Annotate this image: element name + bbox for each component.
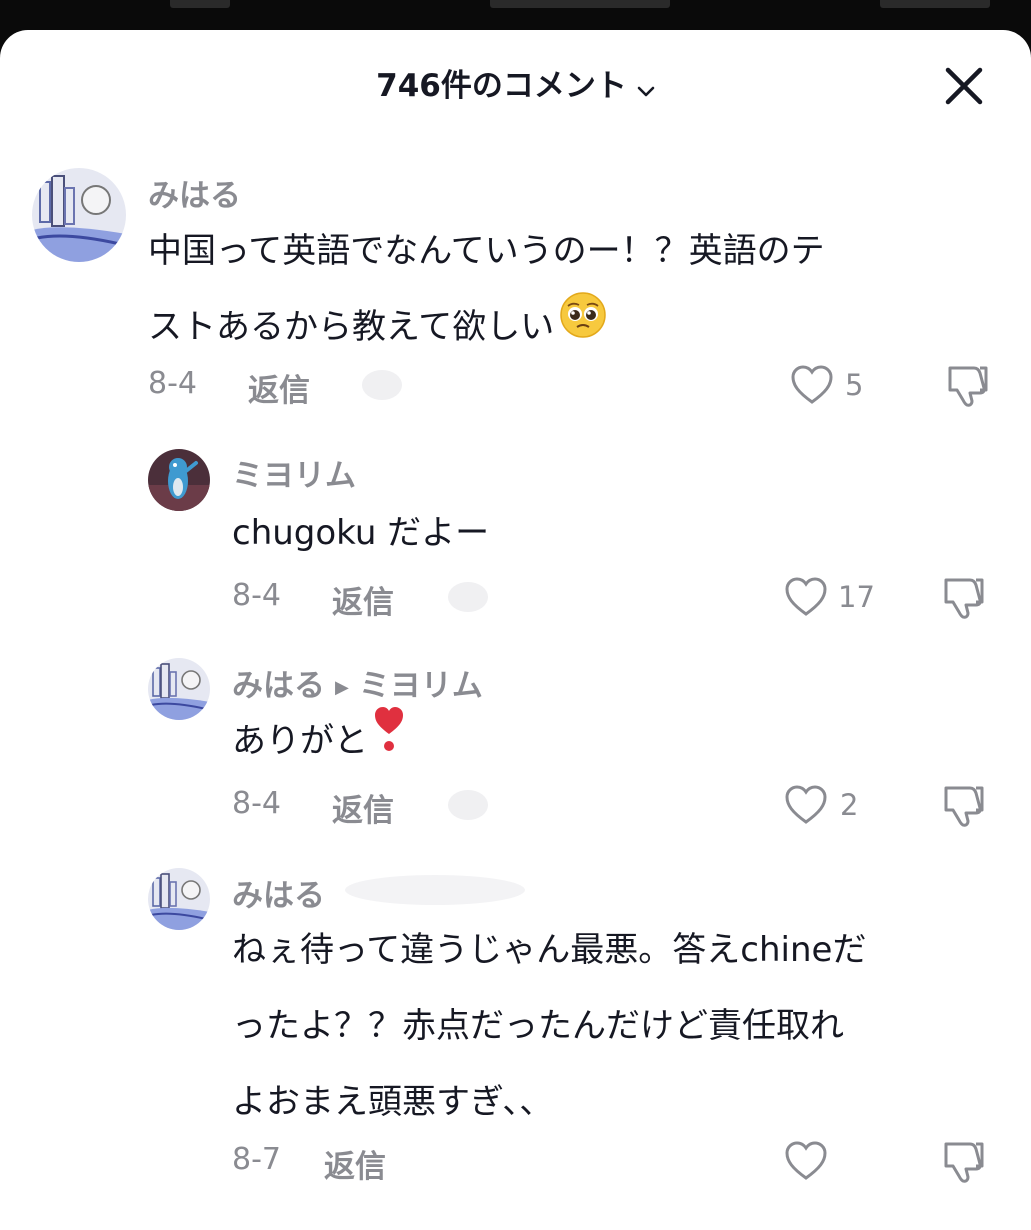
avatar[interactable] [148,658,210,720]
comment-text-line: ありがと [232,721,368,761]
like-count: 17 [838,580,875,614]
blurred-tab [170,0,230,8]
dislike-icon[interactable] [944,362,990,412]
avatar[interactable] [148,868,210,930]
comment-author[interactable]: みはる [232,668,325,704]
comments-sheet: 746件のコメント みはる 中国って英語でなんていうのー！？英語のテ ストあるか… [0,30,1031,1230]
avatar[interactable] [148,449,210,511]
reply-button[interactable]: 返信 [332,785,394,830]
reply-button[interactable]: 返信 [248,365,310,410]
comment-text-line: ストあるから教えて欲しい [148,289,825,367]
comment-text: chugoku だよー [232,513,490,553]
comment-author[interactable]: ミヨリム [232,450,356,495]
blurred-tab [490,0,670,8]
close-icon[interactable] [940,62,988,110]
blurred-element [345,875,525,905]
like-heart-icon[interactable] [790,364,834,410]
pleading-face-icon [558,290,608,367]
dislike-icon[interactable] [940,1138,986,1188]
blurred-element [448,790,488,820]
status-strip [0,0,1031,30]
blurred-element [362,370,402,400]
comment-text-line: よおまえ頭悪すぎ、、 [232,1082,554,1122]
comment-text: 中国って英語でなんていうのー！？英語のテ ストあるから教えて欲しい [148,213,825,367]
comment-count-label: 746件のコメント [376,68,627,104]
avatar[interactable] [32,168,126,262]
like-heart-icon[interactable] [784,576,828,622]
blurred-tab [880,0,990,8]
dislike-icon[interactable] [940,782,986,832]
comment-text-line: 中国って英語でなんていうのー！？英語のテ [148,231,825,271]
chevron-down-icon [637,70,655,106]
comment-text-line-2: ストあるから教えて欲しい [148,307,555,347]
sheet-header: 746件のコメント [0,30,1031,134]
comment-author[interactable]: みはる [148,170,241,215]
like-heart-icon[interactable] [784,784,828,830]
comment-date: 8-7 [232,1142,281,1177]
comment-text: ありがと [232,703,406,781]
comment-text-line: ねぇ待って違うじゃん最悪。答えchineだ [232,930,867,970]
comment-author-with-reply: みはる ▶ ミヨリム [232,660,483,705]
reply-button[interactable]: 返信 [324,1141,386,1186]
comment-author[interactable]: みはる [232,870,325,915]
reply-target[interactable]: ミヨリム [359,668,483,704]
comment-date: 8-4 [232,578,281,613]
blurred-element [448,582,488,612]
comment-text: ねぇ待って違うじゃん最悪。答えchineだ ったよ？？赤点だったんだけど責任取れ… [232,912,866,1140]
reply-button[interactable]: 返信 [332,577,394,622]
heart-exclamation-icon [372,704,406,781]
like-count: 5 [845,368,864,402]
comment-date: 8-4 [232,786,281,821]
reply-arrow-icon: ▶ [335,677,349,698]
like-count: 2 [840,788,859,822]
comment-date: 8-4 [148,366,197,401]
dislike-icon[interactable] [940,574,986,624]
like-heart-icon[interactable] [784,1140,828,1186]
comment-text-line: ったよ？？赤点だったんだけど責任取れ [232,1006,844,1046]
comment-count-title[interactable]: 746件のコメント [0,60,1031,106]
